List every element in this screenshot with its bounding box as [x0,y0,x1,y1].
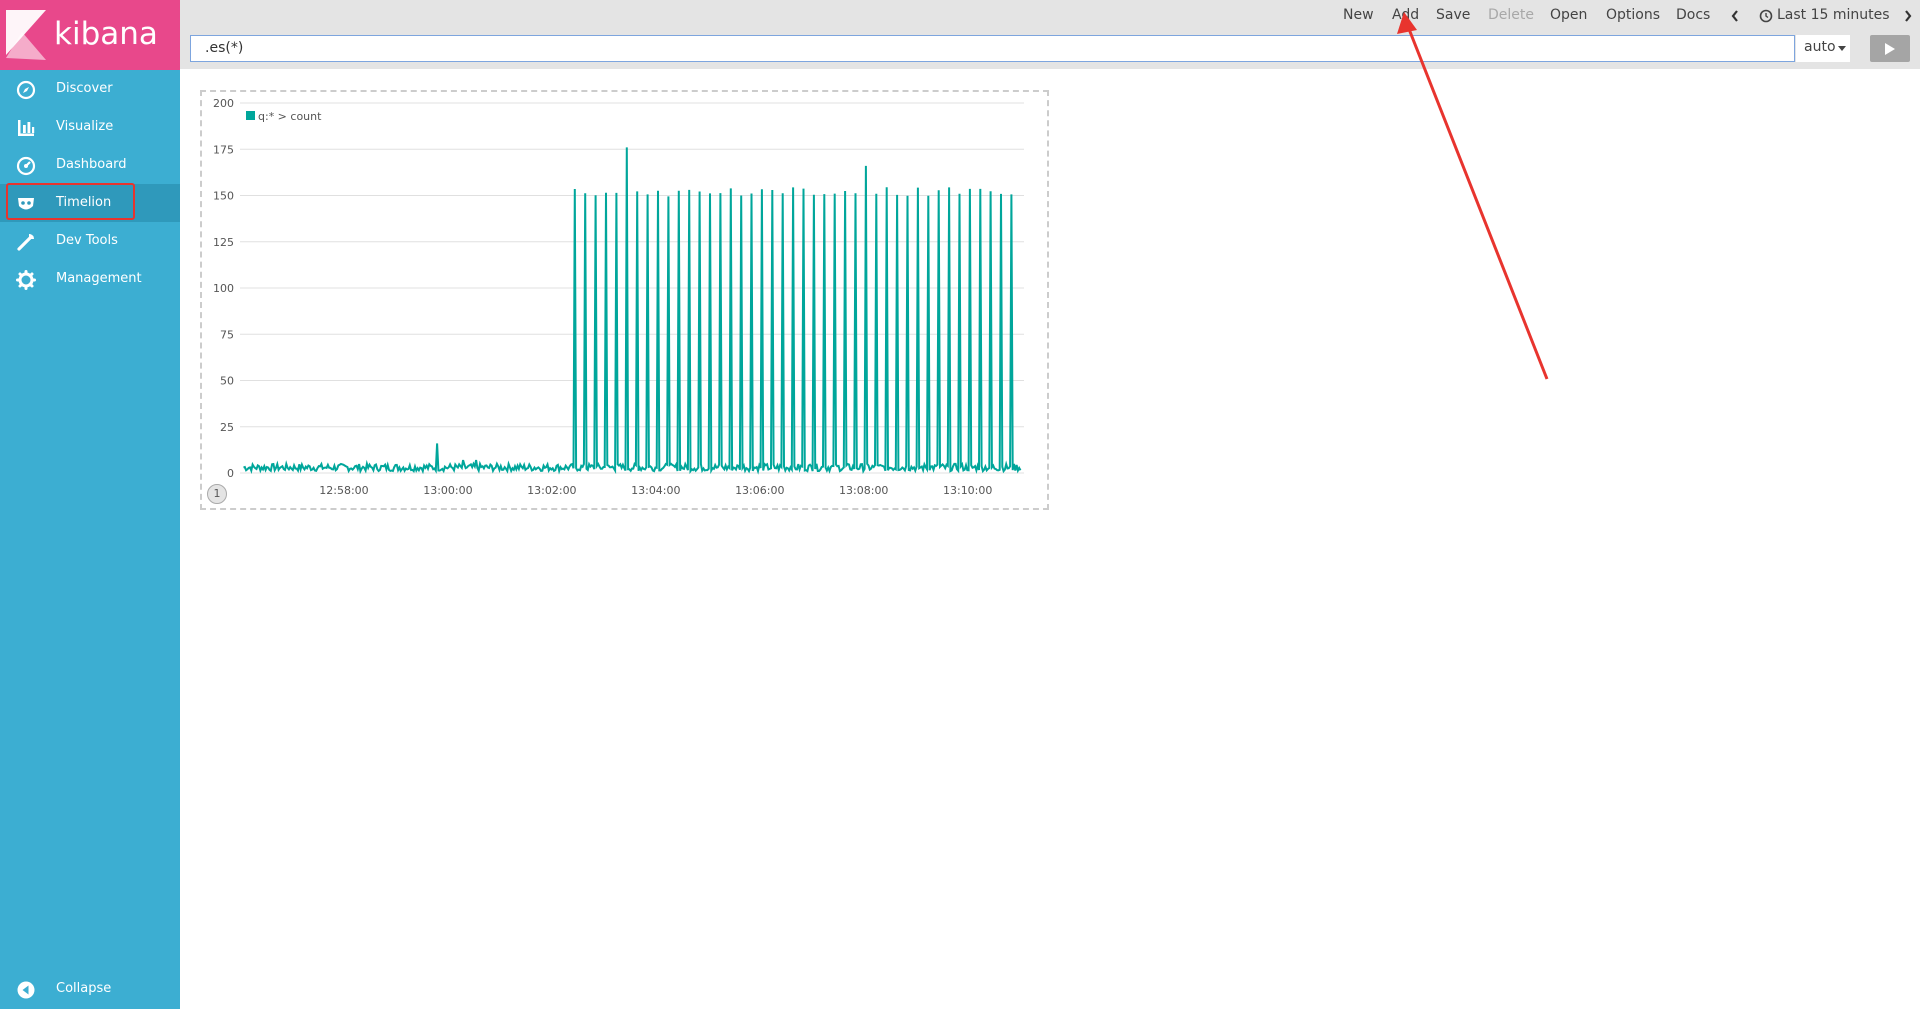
sidebar-item-visualize[interactable]: Visualize [0,108,180,146]
legend-label[interactable]: q:* > count [258,110,322,123]
new-button[interactable]: New [1343,7,1374,23]
sidebar-item-management[interactable]: Management [0,260,180,298]
chevron-left-icon[interactable] [1730,9,1740,23]
kibana-logo[interactable]: kibana [0,0,180,70]
y-tick-label: 0 [227,467,234,480]
expression-bar: .es(*) auto [180,31,1920,69]
collapse-label: Collapse [56,981,112,996]
x-tick-label: 13:10:00 [943,484,992,497]
y-tick-label: 175 [213,143,234,156]
clock-icon [1759,9,1773,23]
open-button[interactable]: Open [1550,7,1587,23]
kibana-logo-icon [6,10,46,60]
sidebar-item-dashboard[interactable]: Dashboard [0,146,180,184]
sidebar-item-label: Dev Tools [56,233,118,248]
y-tick-label: 125 [213,236,234,249]
sidebar-item-label: Discover [56,81,113,96]
expression-input[interactable]: .es(*) [190,35,1795,62]
top-navbar: New Add Save Delete Open Options Docs La… [180,0,1920,31]
timelion-highlight-box [6,183,135,220]
play-icon [1885,43,1895,55]
sidebar-item-dev-tools[interactable]: Dev Tools [0,222,180,260]
interval-select[interactable]: auto [1796,35,1850,62]
sidebar-item-label: Dashboard [56,157,127,172]
gear-icon [16,270,36,290]
delete-button[interactable]: Delete [1488,7,1534,23]
sidebar-collapse-button[interactable]: Collapse [0,970,180,1008]
y-tick-label: 25 [220,421,234,434]
x-tick-label: 12:58:00 [319,484,368,497]
sidebar-item-discover[interactable]: Discover [0,70,180,108]
y-tick-label: 100 [213,282,234,295]
dashboard-gauge-icon [16,156,36,176]
interval-value: auto [1804,39,1836,55]
save-button[interactable]: Save [1436,7,1470,23]
y-tick-label: 200 [213,97,234,110]
add-button[interactable]: Add [1392,7,1419,23]
x-tick-label: 13:00:00 [423,484,472,497]
x-tick-label: 13:06:00 [735,484,784,497]
sheet-number-badge[interactable]: 1 [207,484,227,504]
x-tick-label: 13:04:00 [631,484,680,497]
sidebar-item-label: Visualize [56,119,114,134]
sidebar-item-label: Management [56,271,142,286]
collapse-arrow-icon [17,981,35,999]
legend-swatch [246,111,255,120]
sidebar: kibana Discover Visualize Dashboard Time… [0,0,180,1009]
kibana-wordmark: kibana [54,16,158,52]
chevron-right-icon[interactable] [1903,9,1913,23]
y-tick-label: 75 [220,328,234,341]
y-tick-label: 150 [213,190,234,203]
time-range-picker[interactable]: Last 15 minutes [1777,7,1890,23]
options-button[interactable]: Options [1606,7,1660,23]
run-button[interactable] [1870,35,1910,62]
timelion-chart: 0 25 50 75 100 125 150 175 200 12:58:00 13:00:00 13… [213,97,1024,497]
docs-button[interactable]: Docs [1676,7,1710,23]
x-tick-label: 13:08:00 [839,484,888,497]
x-tick-label: 13:02:00 [527,484,576,497]
caret-down-icon [1838,46,1846,51]
bar-chart-icon [18,120,35,136]
compass-icon [16,80,36,100]
y-tick-label: 50 [220,375,234,388]
timelion-chart-panel[interactable]: 0 25 50 75 100 125 150 175 200 12:58:00 13:00:00 13… [200,90,1049,510]
wrench-icon [17,234,34,251]
